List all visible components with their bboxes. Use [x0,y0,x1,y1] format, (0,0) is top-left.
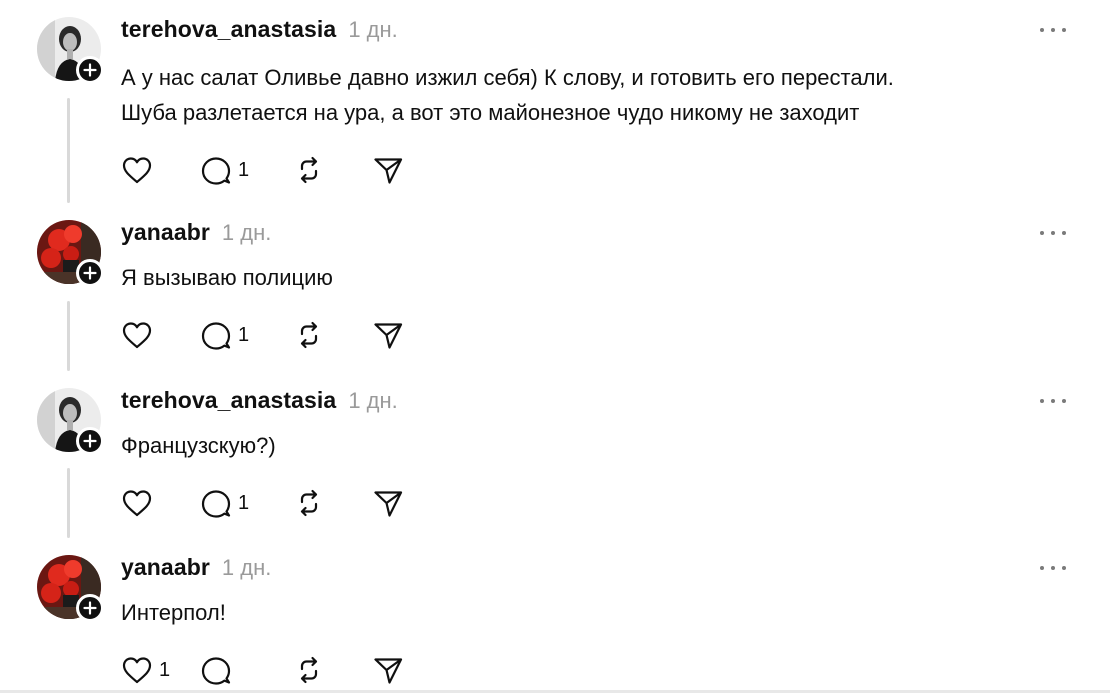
reply-count: 1 [238,491,250,514]
post-text: Я вызываю полицию [121,260,1061,295]
more-dot [1062,231,1066,235]
thread-post: terehova_anastasia 1 дн. А у нас салат О… [0,0,1110,203]
post-actions: 1 [121,653,404,687]
repost-button[interactable] [293,155,372,185]
post-header: yanaabr 1 дн. [121,219,271,246]
thread-post: terehova_anastasia 1 дн. Французскую?) 1 [0,368,1110,538]
reply-button[interactable]: 1 [200,488,293,518]
plus-icon [83,434,97,448]
more-dot [1040,231,1044,235]
post-actions: 1 [121,153,404,187]
repost-arrows-icon [300,489,318,517]
post-text-line: Шуба разлетается на ура, а вот это майон… [121,100,860,125]
more-dot [1051,28,1055,32]
reply-count: 1 [238,158,250,181]
repost-button[interactable] [293,320,372,350]
more-dot [1051,399,1055,403]
post-text: Французскую?) [121,428,1061,463]
more-options-button[interactable] [1040,393,1066,409]
paper-plane-icon [374,158,403,184]
more-options-button[interactable] [1040,22,1066,38]
heart-icon [122,657,152,684]
share-button[interactable] [372,655,404,685]
heart-icon [122,157,152,184]
repost-button[interactable] [293,488,372,518]
heart-icon [122,322,152,349]
follow-button[interactable] [76,56,104,84]
speech-bubble-icon [201,657,231,685]
post-header: terehova_anastasia 1 дн. [121,16,398,43]
avatar-container[interactable] [37,555,104,622]
post-actions: 1 [121,486,404,520]
more-dot [1040,28,1044,32]
more-dot [1040,566,1044,570]
plus-icon [83,266,97,280]
username-link[interactable]: terehova_anastasia [121,387,336,414]
username-link[interactable]: yanaabr [121,219,210,246]
post-text-line: Я вызываю полицию [121,265,333,290]
reply-count: 1 [238,323,250,346]
username-link[interactable]: yanaabr [121,554,210,581]
repost-arrows-icon [300,156,318,184]
paper-plane-icon [374,491,403,517]
share-button[interactable] [372,320,404,350]
post-timestamp: 1 дн. [221,555,272,580]
username-link[interactable]: terehova_anastasia [121,16,336,43]
speech-bubble-icon [201,322,231,350]
heart-icon [122,490,152,517]
like-button[interactable]: 1 [121,655,200,685]
reply-button[interactable] [200,655,293,685]
more-options-button[interactable] [1040,225,1066,241]
post-actions: 1 [121,318,404,352]
more-dot [1062,566,1066,570]
share-button[interactable] [372,155,404,185]
follow-button[interactable] [76,594,104,622]
like-button[interactable] [121,155,200,185]
more-options-button[interactable] [1040,560,1066,576]
like-button[interactable] [121,488,200,518]
post-header: terehova_anastasia 1 дн. [121,387,398,414]
post-text-line: Французскую?) [121,433,276,458]
thread-connector-line [67,98,70,203]
plus-icon [83,63,97,77]
paper-plane-icon [374,323,403,349]
post-timestamp: 1 дн. [348,17,398,42]
speech-bubble-icon [201,157,231,185]
plus-icon [83,601,97,615]
more-dot [1062,399,1066,403]
reply-button[interactable]: 1 [200,155,293,185]
follow-button[interactable] [76,427,104,455]
post-text: Интерпол! [121,595,1061,630]
post-header: yanaabr 1 дн. [121,554,271,581]
avatar-container[interactable] [37,220,104,287]
post-timestamp: 1 дн. [221,220,272,245]
like-button[interactable] [121,320,200,350]
more-dot [1040,399,1044,403]
speech-bubble-icon [201,490,231,518]
thread-connector-line [67,468,70,538]
thread-post: yanaabr 1 дн. Интерпол! 1 [0,535,1110,693]
post-text: А у нас салат Оливье давно изжил себя) К… [121,60,1061,130]
avatar-container[interactable] [37,388,104,455]
thread-connector-line [67,301,70,371]
comment-thread: terehova_anastasia 1 дн. А у нас салат О… [0,0,1110,693]
more-dot [1051,231,1055,235]
paper-plane-icon [374,658,403,684]
post-text-line: А у нас салат Оливье давно изжил себя) К… [121,65,894,90]
avatar-container[interactable] [37,17,104,84]
follow-button[interactable] [76,259,104,287]
reply-button[interactable]: 1 [200,320,293,350]
more-dot [1051,566,1055,570]
post-timestamp: 1 дн. [348,388,398,413]
repost-arrows-icon [300,321,318,349]
more-dot [1062,28,1066,32]
repost-button[interactable] [293,655,372,685]
post-text-line: Интерпол! [121,600,226,625]
like-count: 1 [159,658,171,681]
repost-arrows-icon [300,656,318,684]
thread-post: yanaabr 1 дн. Я вызываю полицию 1 [0,200,1110,371]
share-button[interactable] [372,488,404,518]
